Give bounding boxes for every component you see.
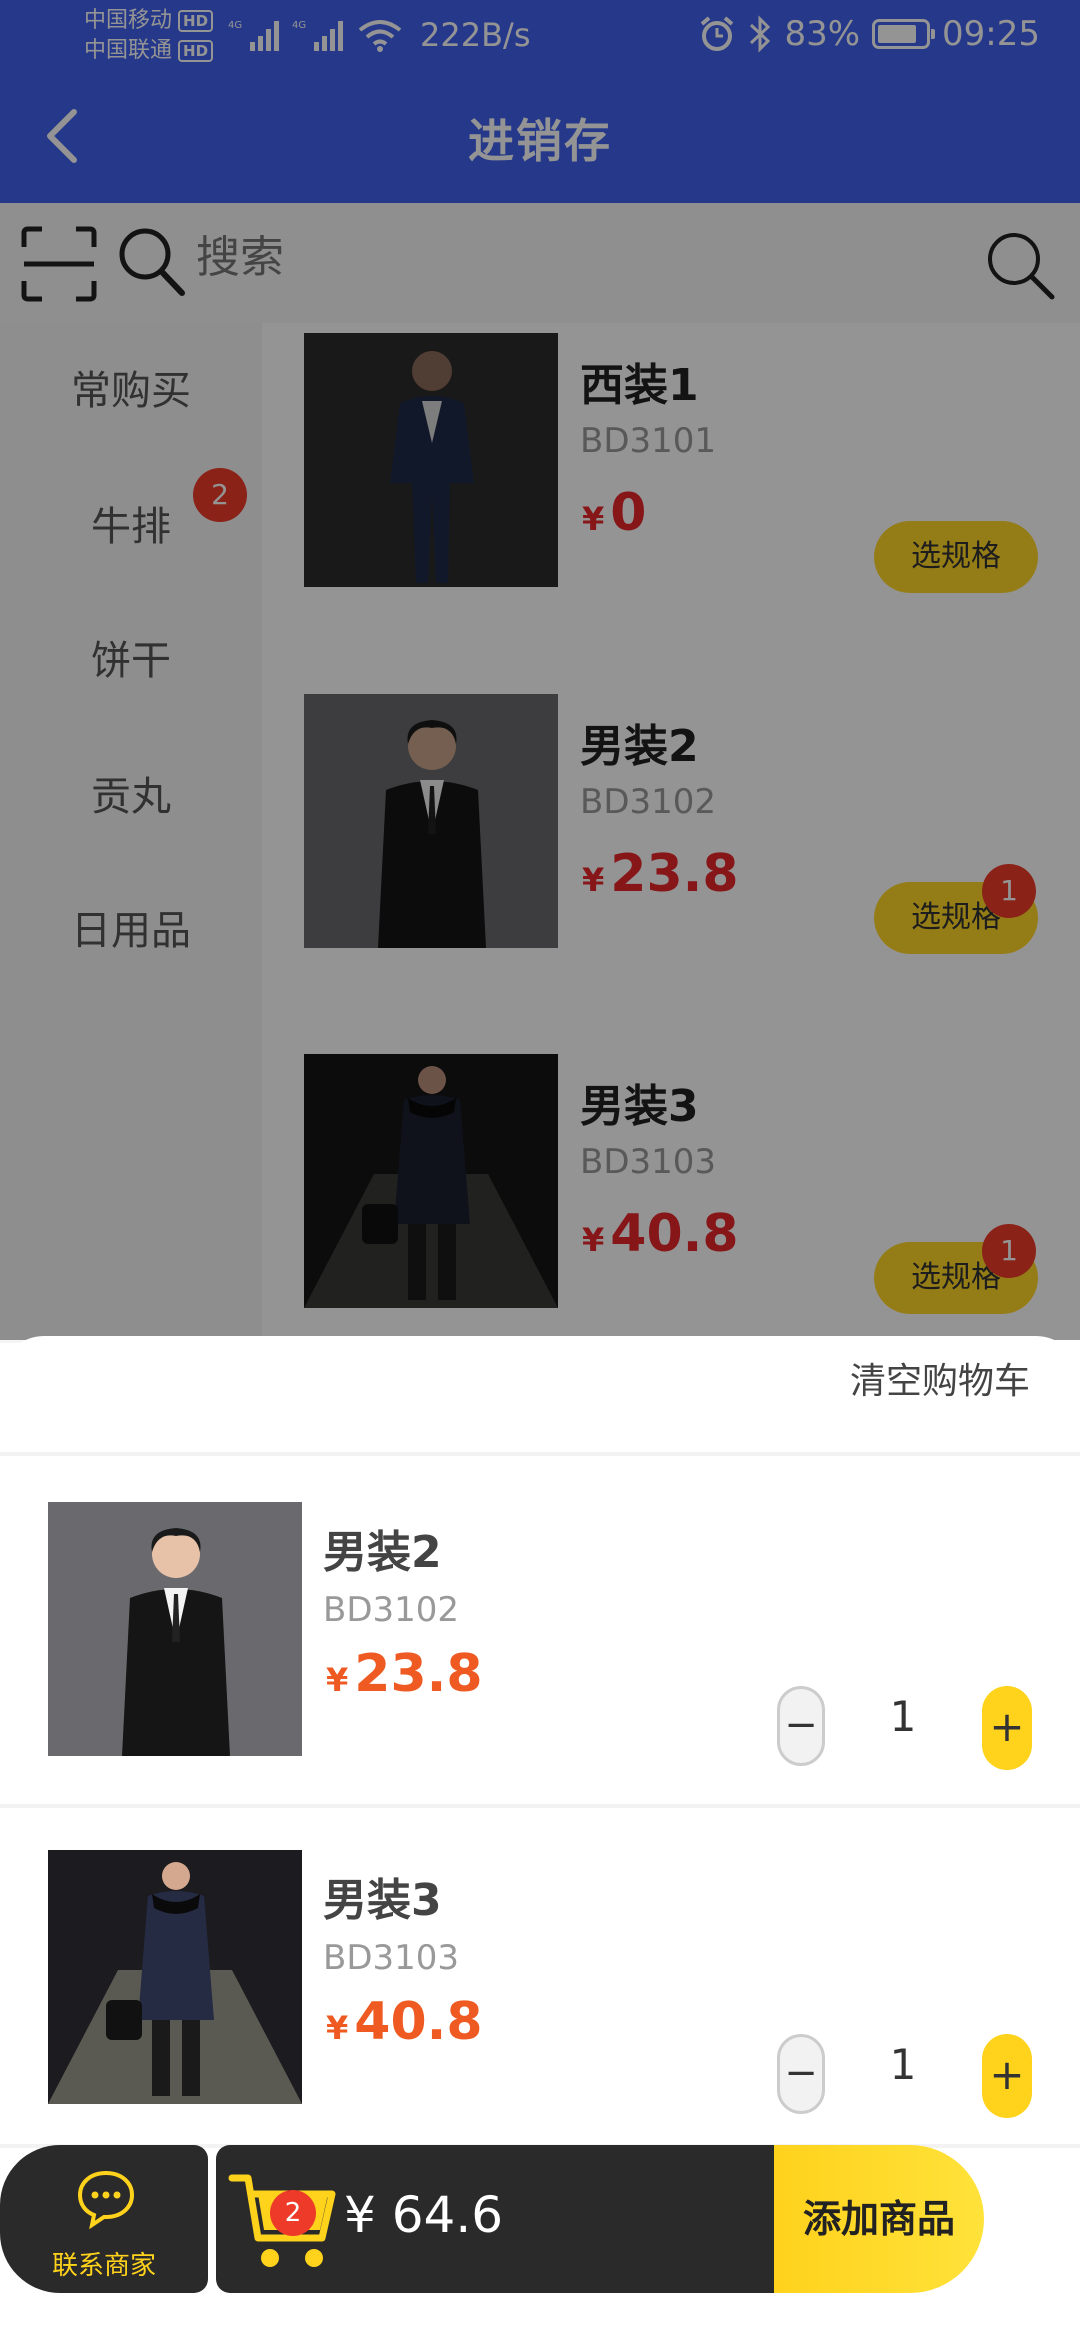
- cart-count-badge: 2: [270, 2190, 316, 2236]
- clear-cart-button[interactable]: 清空购物车: [850, 1352, 1030, 1404]
- cart-item: 男装3 BD3103 ¥40.8 − 1 +: [0, 1850, 1080, 2150]
- cart-item-image: [48, 1850, 302, 2104]
- decrease-quantity-button[interactable]: −: [777, 2034, 825, 2114]
- increase-quantity-button[interactable]: +: [982, 2034, 1032, 2118]
- quantity-value: 1: [889, 1692, 917, 1741]
- cart-item-price: ¥23.8: [326, 1644, 483, 1704]
- cart-item-name: 男装2: [323, 1527, 442, 1578]
- currency-symbol: ¥: [326, 2009, 349, 2047]
- quantity-value: 1: [889, 2040, 917, 2089]
- divider: [0, 1804, 1080, 1808]
- cart-item-name: 男装3: [323, 1875, 442, 1926]
- cart-item-code: BD3103: [323, 1938, 460, 1978]
- modal-overlay[interactable]: [0, 0, 1080, 1340]
- increase-quantity-button[interactable]: +: [982, 1686, 1032, 1770]
- add-goods-button[interactable]: 添加商品: [774, 2145, 984, 2293]
- divider: [0, 1452, 1080, 1456]
- price-value: 23.8: [354, 1644, 483, 1704]
- cart-total: ¥ 64.6: [344, 2186, 504, 2244]
- contact-merchant-button[interactable]: 联系商家: [0, 2145, 208, 2293]
- currency-symbol: ¥: [326, 1661, 349, 1699]
- cart-item-code: BD3102: [323, 1590, 460, 1630]
- cart-item: 男装2 BD3102 ¥23.8 − 1 +: [0, 1502, 1080, 1802]
- cart-item-image: [48, 1502, 302, 1756]
- decrease-quantity-button[interactable]: −: [777, 1686, 825, 1766]
- cart-item-price: ¥40.8: [326, 1992, 483, 2052]
- price-value: 40.8: [354, 1992, 483, 2052]
- contact-label: 联系商家: [51, 2251, 156, 2281]
- chat-icon: [77, 2170, 135, 2229]
